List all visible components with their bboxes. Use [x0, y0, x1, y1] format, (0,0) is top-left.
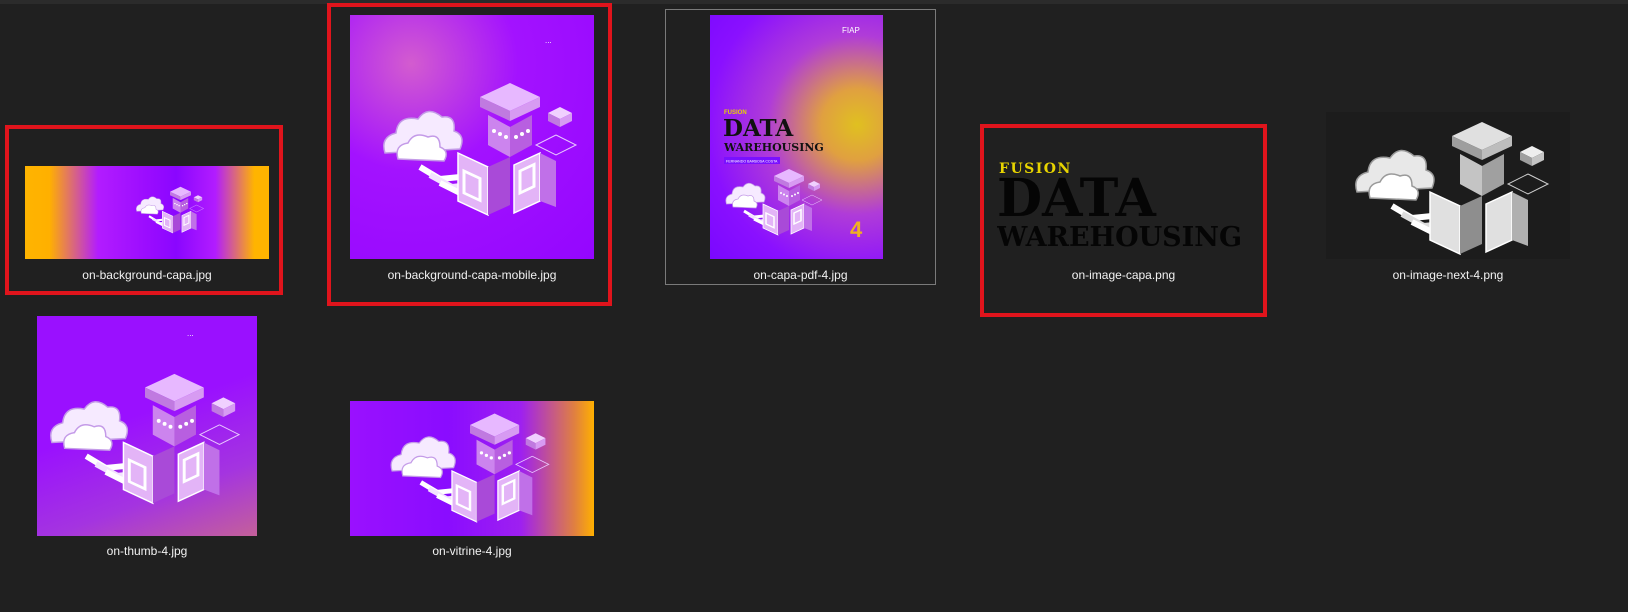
- file-name-label: on-image-next-4.png: [1392, 268, 1504, 282]
- file-name-label: on-background-capa.jpg: [82, 268, 212, 282]
- thumbnail-image[interactable]: ...: [350, 15, 594, 259]
- file-name-label: on-thumb-4.jpg: [106, 544, 188, 558]
- svg-text:...: ...: [187, 329, 194, 338]
- file-name-label: on-background-capa-mobile.jpg: [387, 268, 557, 282]
- thumbnail-image[interactable]: [350, 401, 594, 536]
- cover-number: 4: [850, 217, 863, 242]
- thumbnail-image[interactable]: [25, 166, 269, 259]
- thumbnail-image[interactable]: [1326, 112, 1570, 259]
- thumbnail-image[interactable]: ...: [37, 316, 257, 536]
- logo-text: FIAP: [842, 26, 860, 35]
- top-border: [0, 0, 1628, 4]
- thumbnail-image[interactable]: FUSION DATA WAREHOUSING: [997, 155, 1245, 256]
- capa-title-line1: DATA: [997, 168, 1156, 229]
- cover-title-line2: WAREHOUSING: [723, 141, 824, 154]
- cover-author: FERNANDO BARBOSA COSTA: [726, 160, 778, 164]
- file-name-label: on-capa-pdf-4.jpg: [753, 268, 848, 282]
- cover-title-line1: DATA: [723, 115, 794, 142]
- thumbnail-image[interactable]: FIAP FUSION DATA WAREHOUSING FERNANDO BA…: [710, 15, 883, 259]
- capa-title-line2: WAREHOUSING: [997, 222, 1242, 253]
- file-name-label: on-vitrine-4.jpg: [432, 544, 512, 558]
- file-name-label: on-image-capa.png: [1071, 268, 1176, 282]
- svg-text:...: ...: [545, 36, 552, 45]
